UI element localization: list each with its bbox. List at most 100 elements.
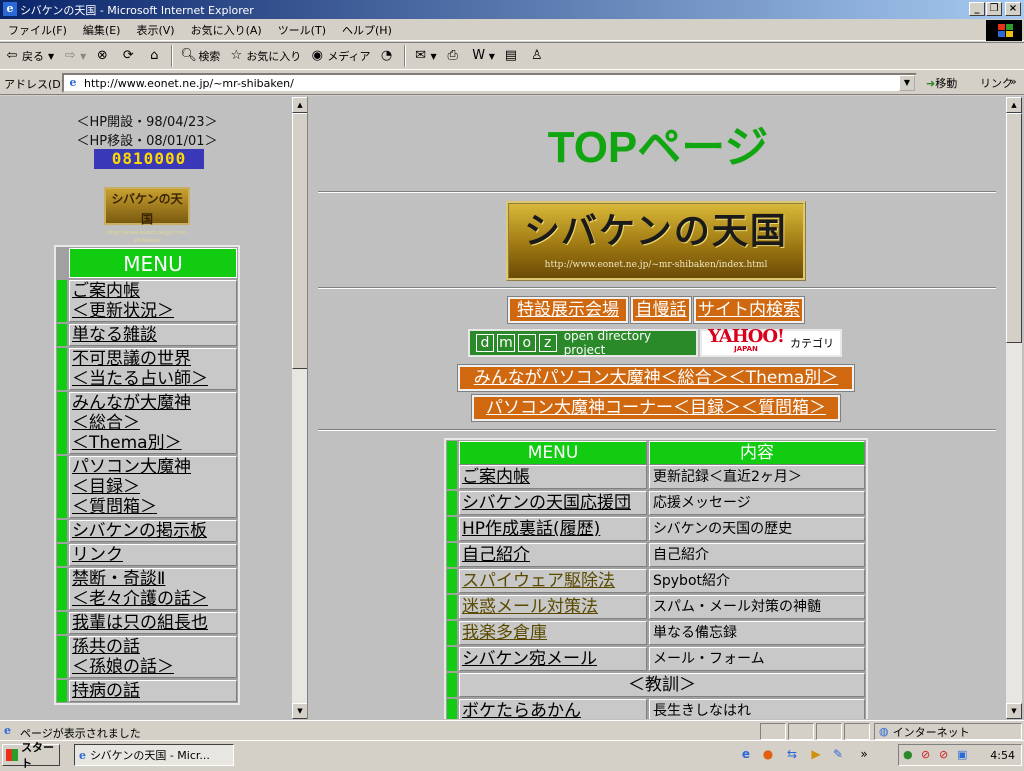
- yahoo-logo: YAHOO! JAPAN: [708, 328, 785, 355]
- maximize-button[interactable]: ❐: [986, 2, 1002, 16]
- left-menu-link[interactable]: みんなが大魔神 ＜総合＞ ＜Thema別＞: [69, 392, 237, 454]
- table-menu-link[interactable]: ご案内帳: [459, 465, 647, 489]
- left-menu-link[interactable]: ご案内帳 ＜更新状況＞: [69, 280, 237, 322]
- menu-view[interactable]: 表示(V): [128, 22, 182, 38]
- left-menu-item[interactable]: みんなが大魔神 ＜総合＞ ＜Thema別＞: [57, 392, 237, 454]
- links-chevron-icon[interactable]: »: [1010, 75, 1017, 88]
- left-menu-link[interactable]: 孫共の話 ＜孫娘の話＞: [69, 636, 237, 678]
- address-input[interactable]: e http://www.eonet.ne.jp/~mr-shibaken/ ▼: [62, 73, 917, 93]
- boast-button[interactable]: 自慢話: [630, 296, 692, 324]
- stop-button[interactable]: ⊗: [90, 44, 116, 68]
- left-menu-item[interactable]: リンク: [57, 544, 237, 566]
- table-menu-link[interactable]: 自己紹介: [459, 543, 647, 567]
- menu-edit[interactable]: 編集(E): [75, 22, 129, 38]
- tray-icon[interactable]: ●: [903, 748, 913, 761]
- left-menu-link[interactable]: 持病の話: [69, 680, 237, 702]
- table-menu-link[interactable]: 我楽多倉庫: [459, 621, 647, 645]
- table-menu-link[interactable]: スパイウェア駆除法: [459, 569, 647, 593]
- yahoo-category-text: カテゴリ: [789, 337, 834, 350]
- media-button[interactable]: ◉ メディア: [305, 44, 374, 68]
- close-button[interactable]: ×: [1005, 2, 1021, 16]
- edit-quicklaunch-icon[interactable]: ✎: [830, 746, 846, 762]
- menu-tools[interactable]: ツール(T): [270, 22, 334, 38]
- messenger-button[interactable]: ♙: [525, 44, 551, 68]
- site-logo-small[interactable]: シバケンの天国 http://www.eonet.ne.jp/~mr-shiba…: [104, 187, 190, 244]
- dmoz-banner[interactable]: d m o z open directory project: [468, 329, 698, 357]
- forward-dropdown-icon[interactable]: ▼: [80, 52, 86, 61]
- back-arrow-icon: ⇦: [6, 48, 18, 63]
- ie-quicklaunch-icon[interactable]: e: [738, 746, 754, 762]
- left-menu-item[interactable]: ご案内帳 ＜更新状況＞: [57, 280, 237, 322]
- back-dropdown-icon[interactable]: ▼: [48, 52, 54, 61]
- table-menu-link[interactable]: シバケンの天国応援団: [459, 491, 647, 515]
- site-logo-banner[interactable]: シバケンの天国 http://www.eonet.ne.jp/~mr-shiba…: [506, 201, 806, 281]
- mail-button[interactable]: ✉ ▼: [409, 44, 441, 68]
- tray-icon[interactable]: ▣: [957, 748, 967, 761]
- menu-favorites[interactable]: お気に入り(A): [183, 22, 270, 38]
- left-menu-item[interactable]: 我輩は只の組長也: [57, 612, 237, 634]
- left-menu-item[interactable]: 孫共の話 ＜孫娘の話＞: [57, 636, 237, 678]
- left-menu-item[interactable]: パソコン大魔神 ＜目録＞ ＜質問箱＞: [57, 456, 237, 518]
- left-menu-item[interactable]: 禁断・奇談Ⅱ ＜老々介護の話＞: [57, 568, 237, 610]
- dmoz-letter: z: [538, 334, 557, 352]
- scroll-thumb[interactable]: [292, 113, 307, 369]
- firefox-icon[interactable]: ●: [760, 746, 776, 762]
- go-icon: ➜: [926, 77, 936, 90]
- favorites-button[interactable]: ☆ お気に入り: [224, 44, 305, 68]
- table-menu-link[interactable]: 迷惑メール対策法: [459, 595, 647, 619]
- print-button[interactable]: ⎙: [441, 44, 467, 68]
- yahoo-banner[interactable]: YAHOO! JAPAN カテゴリ: [700, 328, 842, 357]
- table-menu-link[interactable]: シバケン宛メール: [459, 647, 647, 671]
- left-menu-item[interactable]: 単なる雑談: [57, 324, 237, 346]
- search-button[interactable]: 🔍︎ 検索: [176, 44, 224, 68]
- start-button[interactable]: スタート: [2, 741, 60, 770]
- refresh-button[interactable]: ⟳: [116, 44, 142, 68]
- left-menu-link[interactable]: パソコン大魔神 ＜目録＞ ＜質問箱＞: [69, 456, 237, 518]
- ie-icon: e: [3, 2, 17, 16]
- pc-daimajin-button[interactable]: パソコン大魔神コーナー＜目録＞＜質問箱＞: [471, 394, 841, 422]
- left-menu-link[interactable]: シバケンの掲示板: [69, 520, 237, 542]
- scroll-up-icon[interactable]: ▲: [292, 97, 307, 113]
- left-menu-item[interactable]: シバケンの掲示板: [57, 520, 237, 542]
- go-button[interactable]: ➜移動: [926, 75, 957, 91]
- window-titlebar[interactable]: e シバケンの天国 - Microsoft Internet Explorer …: [0, 0, 1024, 19]
- address-dropdown-icon[interactable]: ▼: [899, 75, 915, 91]
- left-menu-link[interactable]: リンク: [69, 544, 237, 566]
- table-menu-link[interactable]: ボケたらあかん: [459, 699, 647, 719]
- site-search-button[interactable]: サイト内検索: [693, 296, 805, 324]
- left-menu-link[interactable]: 禁断・奇談Ⅱ ＜老々介護の話＞: [69, 568, 237, 610]
- taskbar-chevron-icon[interactable]: »: [856, 746, 872, 762]
- links-button[interactable]: リンク: [980, 75, 1013, 91]
- home-button[interactable]: ⌂: [142, 44, 168, 68]
- table-header-content: 内容: [649, 441, 865, 465]
- taskbar-item-ie[interactable]: e シバケンの天国 - Micr...: [74, 744, 234, 766]
- left-menu-link[interactable]: 我輩は只の組長也: [69, 612, 237, 634]
- tray-icon[interactable]: ⊘: [921, 748, 930, 761]
- left-menu-item[interactable]: 持病の話: [57, 680, 237, 702]
- scroll-up-icon[interactable]: ▲: [1006, 97, 1022, 113]
- special-exhibit-button[interactable]: 特設展示会場: [507, 296, 629, 324]
- media-player-icon[interactable]: ▶: [808, 746, 824, 762]
- left-menu-item[interactable]: 不可思議の世界 ＜当たる占い師＞: [57, 348, 237, 390]
- scroll-down-icon[interactable]: ▼: [1006, 703, 1022, 719]
- back-button[interactable]: ⇦ 戻る ▼: [0, 44, 58, 68]
- menu-file[interactable]: ファイル(F): [0, 22, 75, 38]
- history-button[interactable]: ◔: [375, 44, 401, 68]
- tray-icon[interactable]: ⊘: [939, 748, 948, 761]
- table-row: HP作成裏話(履歴) シバケンの天国の歴史: [447, 517, 865, 541]
- menu-help[interactable]: ヘルプ(H): [334, 22, 400, 38]
- green-marker: [57, 348, 67, 390]
- left-scrollbar[interactable]: ▲ ▼: [292, 97, 307, 719]
- minimize-button[interactable]: _: [969, 2, 985, 16]
- left-menu-link[interactable]: 単なる雑談: [69, 324, 237, 346]
- network-icon[interactable]: ⇆: [784, 746, 800, 762]
- scroll-thumb[interactable]: [1006, 113, 1022, 343]
- minna-daimajin-button[interactable]: みんながパソコン大魔神＜総合＞＜Thema別＞: [457, 364, 855, 392]
- table-menu-link[interactable]: HP作成裏話(履歴): [459, 517, 647, 541]
- main-scrollbar[interactable]: ▲ ▼: [1006, 97, 1022, 719]
- edit-button[interactable]: W ▼: [467, 44, 499, 68]
- discuss-button[interactable]: ▤: [499, 44, 525, 68]
- left-menu-link[interactable]: 不可思議の世界 ＜当たる占い師＞: [69, 348, 237, 390]
- scroll-down-icon[interactable]: ▼: [292, 703, 307, 719]
- forward-button[interactable]: ⇨ ▼: [58, 44, 90, 68]
